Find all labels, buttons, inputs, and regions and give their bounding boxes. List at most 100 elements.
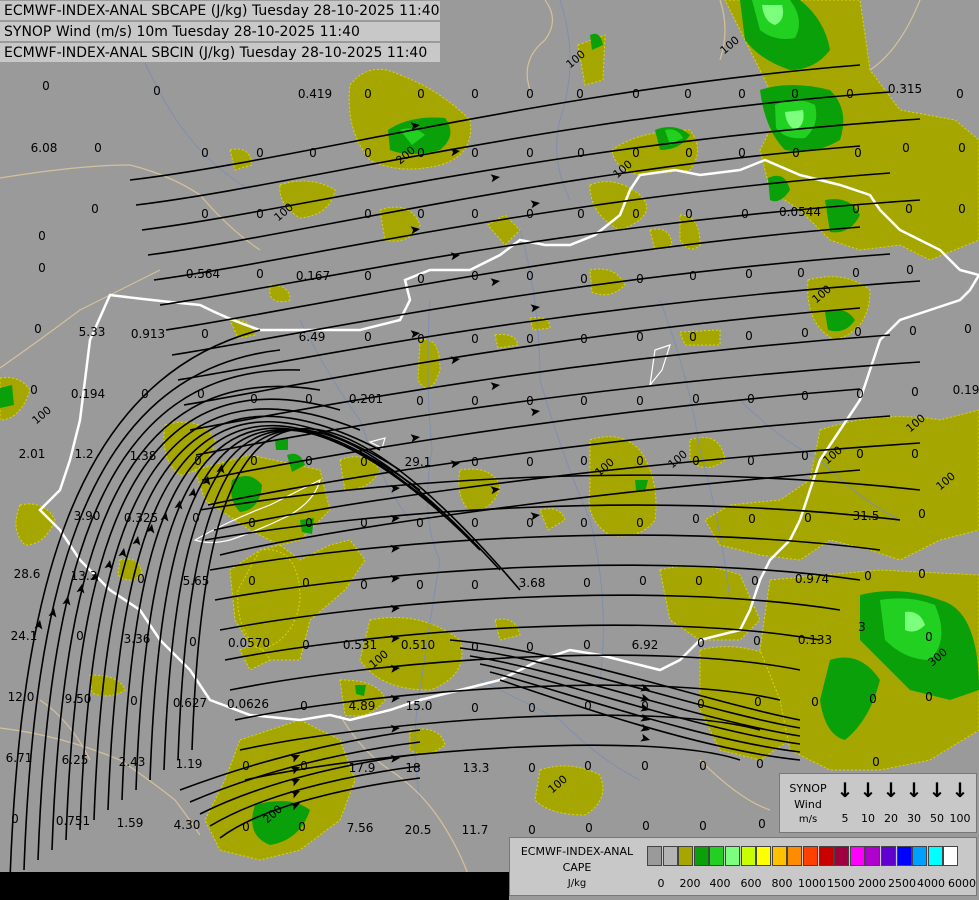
cape-color-swatch <box>927 846 943 866</box>
cin-value-label: 0.751 <box>56 814 90 828</box>
cin-value-label: 0 <box>856 387 864 401</box>
wind-legend-title-2: Wind <box>794 798 822 811</box>
cin-value-label: 0 <box>692 512 700 526</box>
cin-value-label: 0 <box>300 759 308 773</box>
cin-value-label: 0 <box>692 392 700 406</box>
cape-tick-label: 2500 <box>888 877 916 890</box>
cin-value-label: 0 <box>754 695 762 709</box>
cin-value-label: 0 <box>738 87 746 101</box>
cin-value-label: 0.19 <box>953 383 979 397</box>
cin-value-label: 0 <box>905 202 913 216</box>
cin-value-label: 0 <box>636 272 644 286</box>
wind-speed-label: 50 <box>930 812 944 825</box>
cin-value-label: 0 <box>747 392 755 406</box>
cin-value-label: 0 <box>632 87 640 101</box>
cin-value-label: 3.36 <box>124 632 151 646</box>
cin-value-label: 0.913 <box>131 327 165 341</box>
cin-value-label: 0 <box>526 394 534 408</box>
cin-value-label: 4.89 <box>349 699 376 713</box>
cin-value-label: 0 <box>305 392 313 406</box>
cin-value-label: 0 <box>685 146 693 160</box>
cin-value-label: 6.08 <box>31 141 58 155</box>
cin-value-label: 0 <box>689 330 697 344</box>
cape-tick-label: 0 <box>657 877 665 890</box>
cin-value-label: 0 <box>471 640 479 654</box>
cin-value-label: 0 <box>846 87 854 101</box>
cin-value-label: 0 <box>747 454 755 468</box>
cape-color-swatch <box>787 846 803 866</box>
header-cape: ECMWF-INDEX-ANAL SBCAPE (J/kg) Tuesday 2… <box>0 1 440 21</box>
cin-value-label: 0 <box>756 757 764 771</box>
cape-tick-label: 6000 <box>948 877 976 890</box>
cin-value-label: 0 <box>528 823 536 837</box>
cin-value-label: 0 <box>76 629 84 643</box>
cin-value-label: 0 <box>872 755 880 769</box>
cin-value-label: 0.325 <box>124 511 158 525</box>
cin-value-label: 0 <box>797 266 805 280</box>
cin-value-label: 0 <box>256 146 264 160</box>
cin-value-label: 0.627 <box>173 696 207 710</box>
cin-value-label: 0 <box>526 269 534 283</box>
cin-value-label: 0 <box>692 454 700 468</box>
cin-value-label: 2.43 <box>119 755 146 769</box>
cin-value-label: 0 <box>964 322 972 336</box>
cin-value-label: 0 <box>526 455 534 469</box>
cin-value-label: 0 <box>583 576 591 590</box>
cin-value-label: 0 <box>753 634 761 648</box>
cape-tick-label: 200 <box>679 877 701 890</box>
wind-speed-label: 20 <box>884 812 898 825</box>
cin-value-label: 28.6 <box>14 567 41 581</box>
cin-value-label: 7.56 <box>347 821 374 835</box>
wind-speed-label: 100 <box>949 812 971 825</box>
cin-value-label: 0.133 <box>798 633 832 647</box>
cape-legend-title-1: ECMWF-INDEX-ANAL <box>520 845 634 858</box>
cape-tick-label: 800 <box>771 877 793 890</box>
cin-value-label: 0 <box>580 332 588 346</box>
cin-value-label: 0.0626 <box>227 697 269 711</box>
wind-arrow-icon: ↓ <box>836 778 854 802</box>
cin-value-label: 0.0570 <box>228 636 270 650</box>
cin-value-label: 0 <box>305 454 313 468</box>
cin-value-label: 0 <box>577 207 585 221</box>
cin-value-label: 12.0 <box>8 690 35 704</box>
cin-value-label: 0.194 <box>71 387 105 401</box>
cin-value-label: 0 <box>854 146 862 160</box>
cin-value-label: 0 <box>699 819 707 833</box>
cin-value-label: 15.0 <box>406 699 433 713</box>
cin-value-label: 0 <box>580 516 588 530</box>
cin-value-label: 0 <box>958 141 966 155</box>
cin-value-label: 0 <box>364 330 372 344</box>
cin-value-label: 0 <box>153 84 161 98</box>
cin-value-label: 0.974 <box>795 572 829 586</box>
wind-legend-title-1: SYNOP <box>789 782 827 795</box>
cin-value-label: 29.1 <box>405 455 432 469</box>
cin-value-label: 0 <box>801 389 809 403</box>
cin-value-label: 0 <box>417 272 425 286</box>
cin-value-label: 0 <box>130 694 138 708</box>
cin-value-label: 0 <box>792 146 800 160</box>
cin-value-label: 0 <box>636 516 644 530</box>
cin-value-label: 0 <box>364 269 372 283</box>
cin-value-label: 0 <box>584 699 592 713</box>
wind-legend: SYNOP Wind m/s ↓ 5 ↓ 10 ↓ 20 ↓ 30 ↓ 50 ↓ 100 <box>779 773 977 833</box>
cape-color-swatch <box>771 846 787 866</box>
cin-value-label: 0 <box>416 578 424 592</box>
cape-color-swatch <box>756 846 772 866</box>
cin-value-label: 0 <box>580 394 588 408</box>
cin-value-label: 0 <box>869 692 877 706</box>
wind-speed-label: 30 <box>907 812 921 825</box>
cin-value-label: 24.1 <box>11 629 38 643</box>
cin-value-label: 0 <box>685 207 693 221</box>
cin-value-label: 0 <box>141 387 149 401</box>
cin-value-label: 0 <box>91 202 99 216</box>
cin-value-label: 13.3 <box>71 569 98 583</box>
cin-value-label: 0 <box>906 263 914 277</box>
cape-color-swatch <box>912 846 928 866</box>
cape-tick-label: 2000 <box>858 877 886 890</box>
cin-value-label: 0 <box>636 454 644 468</box>
cin-value-label: 0 <box>577 146 585 160</box>
cape-tick-label: 1500 <box>827 877 855 890</box>
cin-value-label: 0 <box>583 638 591 652</box>
cape-tick-label: 600 <box>740 877 762 890</box>
cin-value-label: 0 <box>248 516 256 530</box>
